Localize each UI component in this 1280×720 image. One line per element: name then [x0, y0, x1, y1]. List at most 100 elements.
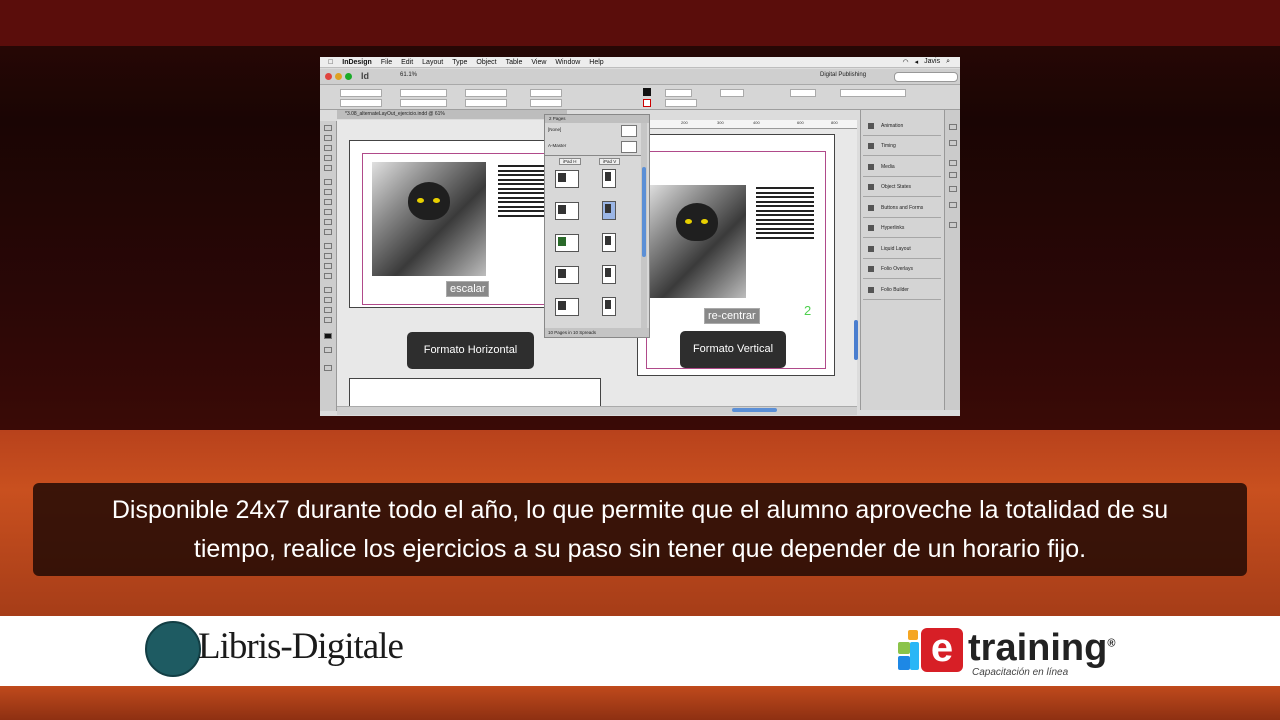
height-field[interactable] — [400, 99, 447, 107]
page-thumb[interactable] — [555, 298, 579, 316]
pages-panel-title[interactable]: 2 Pages — [545, 115, 649, 123]
a-master-label[interactable]: A-Master — [548, 143, 566, 148]
free-transform-tool-icon[interactable] — [324, 253, 332, 259]
gutter-field[interactable] — [790, 89, 816, 97]
menu-window[interactable]: Window — [555, 59, 580, 66]
hand-tool-icon[interactable] — [324, 307, 332, 313]
menu-view[interactable]: View — [531, 59, 546, 66]
panel-folio-builder[interactable]: Folio Builder — [863, 281, 941, 300]
cat-photo-vertical[interactable] — [648, 185, 746, 298]
panel-buttons-forms[interactable]: Buttons and Forms — [863, 199, 941, 218]
none-master-thumb[interactable] — [621, 125, 637, 137]
menu-help[interactable]: Help — [589, 59, 603, 66]
links-icon[interactable] — [949, 124, 957, 130]
stroke-style-select[interactable] — [665, 99, 697, 107]
note-tool-icon[interactable] — [324, 287, 332, 293]
help-search-input[interactable] — [894, 72, 958, 82]
cc-libraries-icon[interactable] — [949, 222, 957, 228]
cat-photo-horizontal[interactable] — [372, 162, 486, 276]
stroke-swatch-icon[interactable] — [643, 99, 651, 107]
shear-field[interactable] — [530, 99, 562, 107]
close-window-icon[interactable] — [325, 73, 332, 80]
page-thumb-selected[interactable] — [602, 201, 616, 220]
volume-icon[interactable]: ◂ — [915, 58, 919, 66]
none-master-label[interactable]: [None] — [548, 127, 561, 132]
pencil-tool-icon[interactable] — [324, 209, 332, 215]
color-icon[interactable] — [949, 186, 957, 192]
gradient-tool-icon[interactable] — [324, 263, 332, 269]
menu-file[interactable]: File — [381, 59, 392, 66]
menu-type[interactable]: Type — [452, 59, 467, 66]
panel-animation[interactable]: Animation — [863, 117, 941, 136]
fill-stroke-icon[interactable] — [324, 333, 332, 339]
pages-scroll-track[interactable] — [641, 123, 647, 329]
rectangle-frame-tool-icon[interactable] — [324, 219, 332, 225]
panel-object-states[interactable]: Object States — [863, 178, 941, 197]
panel-folio-overlays[interactable]: Folio Overlays — [863, 260, 941, 279]
zoom-level-select[interactable]: 61.1% — [400, 72, 417, 78]
apple-icon[interactable]:  — [328, 59, 333, 66]
gradient-icon[interactable] — [949, 202, 957, 208]
pages-scroll-thumb[interactable] — [642, 167, 646, 257]
y-field[interactable] — [340, 99, 382, 107]
page-thumb[interactable] — [602, 265, 616, 284]
format-vertical-button[interactable]: Formato Vertical — [680, 331, 786, 368]
spotlight-icon[interactable]: ⌕ — [946, 58, 950, 66]
page-vertical[interactable]: re-centrar 2 Formato Vertical — [637, 134, 835, 376]
menu-layout[interactable]: Layout — [422, 59, 443, 66]
panel-hyperlinks[interactable]: Hyperlinks — [863, 219, 941, 238]
a-master-thumb[interactable] — [621, 141, 637, 153]
opacity-field[interactable] — [720, 89, 744, 97]
text-frame-vertical[interactable] — [756, 187, 814, 241]
swatches-icon[interactable] — [949, 172, 957, 178]
rectangle-tool-icon[interactable] — [324, 229, 332, 235]
zoom-window-icon[interactable] — [345, 73, 352, 80]
menu-app-name[interactable]: InDesign — [342, 59, 372, 66]
workspace-switcher[interactable]: Digital Publishing — [820, 72, 866, 78]
stroke-weight-field[interactable] — [665, 89, 692, 97]
object-style-select[interactable] — [840, 89, 906, 97]
menu-edit[interactable]: Edit — [401, 59, 413, 66]
x-field[interactable] — [340, 89, 382, 97]
page-thumb[interactable] — [602, 297, 616, 316]
minimize-window-icon[interactable] — [335, 73, 342, 80]
layers-icon[interactable] — [949, 140, 957, 146]
scissors-tool-icon[interactable] — [324, 243, 332, 249]
horizontal-scrollbar[interactable] — [732, 408, 777, 412]
menu-table[interactable]: Table — [506, 59, 523, 66]
format-horizontal-button[interactable]: Formato Horizontal — [407, 332, 534, 369]
selection-tool-icon[interactable] — [324, 125, 332, 131]
ipad-v-column[interactable]: iPad V — [599, 158, 621, 165]
panel-media[interactable]: Media — [863, 158, 941, 177]
page-thumb[interactable] — [555, 266, 579, 284]
document-tab[interactable]: *3.08_alternateLayOut_ejercicio.indd @ 6… — [337, 110, 567, 119]
scale-x-field[interactable] — [465, 89, 507, 97]
fill-swatch-icon[interactable] — [643, 88, 651, 96]
page-thumb[interactable] — [602, 233, 616, 252]
width-field[interactable] — [400, 89, 447, 97]
vertical-scrollbar[interactable] — [854, 320, 858, 360]
zoom-tool-icon[interactable] — [324, 317, 332, 323]
menu-object[interactable]: Object — [476, 59, 496, 66]
page-tool-icon[interactable] — [324, 145, 332, 151]
screen-mode-icon[interactable] — [324, 365, 332, 371]
scale-y-field[interactable] — [465, 99, 507, 107]
page-thumb[interactable] — [555, 202, 579, 220]
pen-tool-icon[interactable] — [324, 199, 332, 205]
direct-selection-tool-icon[interactable] — [324, 135, 332, 141]
panel-liquid-layout[interactable]: Liquid Layout — [863, 240, 941, 259]
gap-tool-icon[interactable] — [324, 155, 332, 161]
wifi-icon[interactable]: ◠ — [903, 58, 909, 66]
ipad-h-column[interactable]: iPad H — [559, 158, 581, 165]
content-collector-icon[interactable] — [324, 165, 332, 171]
page-thumb[interactable] — [602, 169, 616, 188]
eyedropper-tool-icon[interactable] — [324, 297, 332, 303]
page-thumb[interactable] — [555, 170, 579, 188]
type-tool-icon[interactable] — [324, 179, 332, 185]
user-name[interactable]: Javis — [924, 58, 940, 66]
apply-color-icon[interactable] — [324, 347, 332, 353]
gradient-feather-tool-icon[interactable] — [324, 273, 332, 279]
panel-timing[interactable]: Timing — [863, 137, 941, 156]
line-tool-icon[interactable] — [324, 189, 332, 195]
stroke-icon[interactable] — [949, 160, 957, 166]
